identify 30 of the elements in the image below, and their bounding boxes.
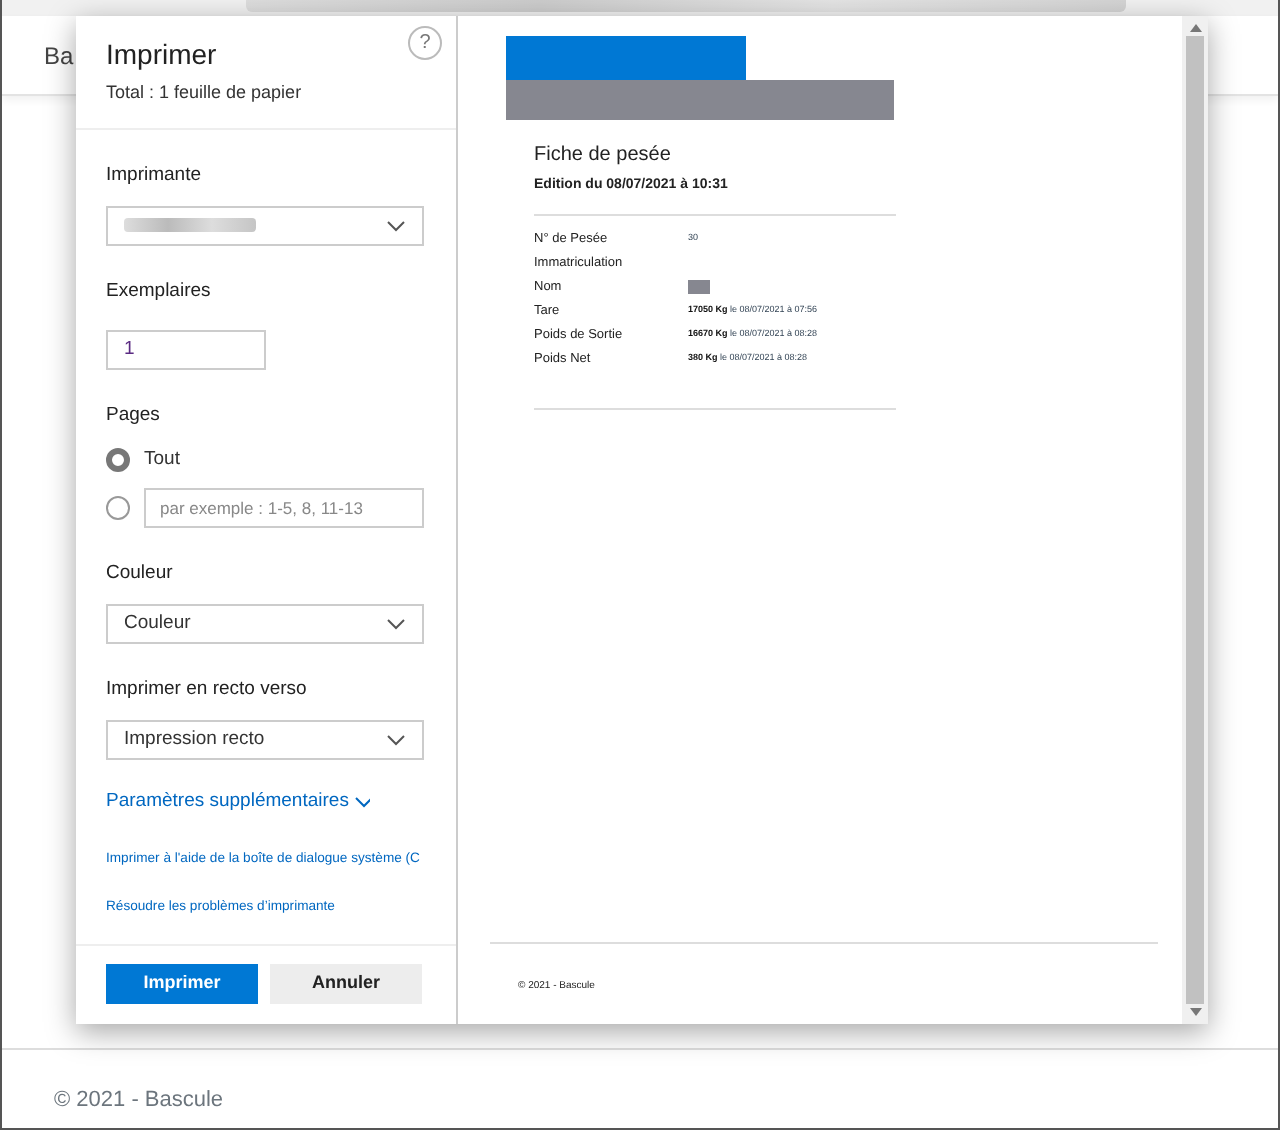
sheet-count: Total : 1 feuille de papier <box>106 80 304 106</box>
copies-field[interactable]: 1 <box>106 329 266 369</box>
help-button[interactable]: ? <box>408 26 442 60</box>
scroll-up-icon[interactable] <box>1189 24 1201 32</box>
more-settings-link[interactable]: Paramètres supplémentaires <box>106 788 371 817</box>
chevron-icon <box>354 796 371 809</box>
radio-button[interactable] <box>106 495 130 519</box>
brand-text[interactable]: Ba <box>44 37 74 73</box>
print-button[interactable]: Imprimer <box>106 964 258 1004</box>
redacted-value <box>688 280 710 294</box>
footer-text: © 2021 - Bascule <box>54 1088 224 1112</box>
blurred-printer-name <box>124 218 256 233</box>
dialog-title: Imprimer <box>106 38 217 72</box>
chevron-icon <box>386 617 406 630</box>
chevron-icon <box>386 219 406 232</box>
field-label: Imprimante <box>106 161 204 189</box>
radio-button[interactable] <box>106 448 130 473</box>
cancel-button[interactable]: Annuler <box>270 964 422 1004</box>
scroll-down-icon[interactable] <box>1189 1008 1201 1016</box>
field-label: Exemplaires <box>106 277 213 306</box>
page-range-field[interactable]: par exemple : 1-5, 8, 11-13 <box>144 487 424 527</box>
document-title: Fiche de pesée <box>534 142 673 170</box>
radio-label[interactable]: Tout <box>144 446 180 475</box>
duplex-select[interactable]: Impression recto <box>106 720 424 760</box>
field-label: Couleur <box>106 559 175 587</box>
color-select[interactable]: Couleur <box>106 603 424 644</box>
field-label: Imprimer en recto verso <box>106 675 309 704</box>
field-label: Pages <box>106 402 162 430</box>
chevron-icon <box>386 734 406 746</box>
printer-select[interactable] <box>106 205 424 246</box>
